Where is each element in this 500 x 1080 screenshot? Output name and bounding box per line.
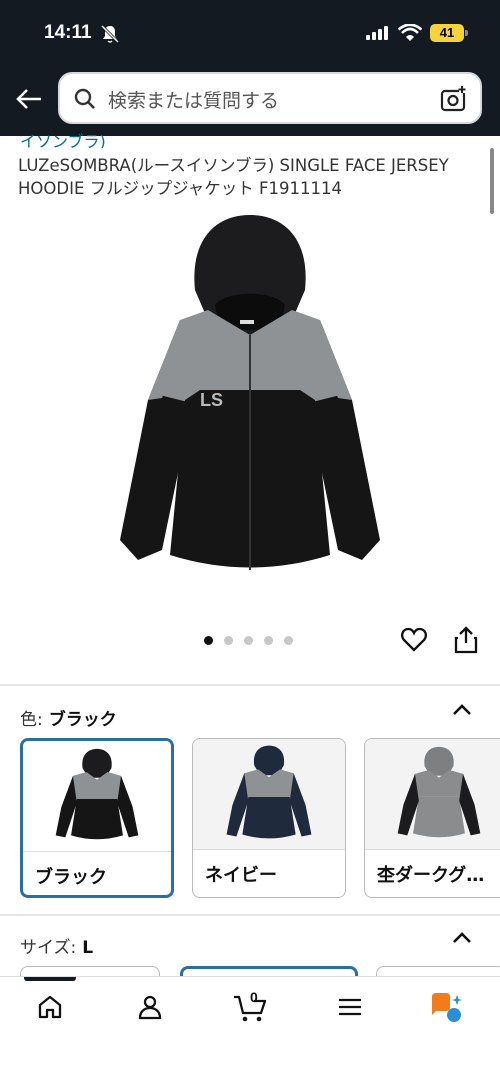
search-icon bbox=[74, 88, 95, 109]
color-option-label: ブラック bbox=[35, 867, 107, 888]
signal-icon bbox=[366, 26, 388, 40]
swatch-image bbox=[365, 739, 500, 849]
brand-link[interactable]: イソンブラ) bbox=[20, 128, 220, 148]
battery-tip bbox=[465, 30, 468, 36]
divider bbox=[0, 914, 500, 916]
swatch-image bbox=[23, 741, 171, 851]
product-image[interactable]: LS bbox=[100, 210, 400, 590]
selected-size: L bbox=[82, 938, 94, 958]
pagination-dot[interactable] bbox=[244, 636, 253, 645]
product-title: LUZeSOMBRA(ルースイソンブラ) SINGLE FACE JERSEY … bbox=[18, 156, 449, 198]
color-option-navy[interactable]: ネイビー bbox=[192, 738, 346, 898]
color-option-dark-grey[interactable]: 杢ダークグ… bbox=[364, 738, 500, 898]
pagination-dot[interactable] bbox=[284, 636, 293, 645]
chevron-up-icon[interactable] bbox=[452, 930, 472, 946]
heart-icon[interactable] bbox=[400, 626, 428, 654]
svg-text:LS: LS bbox=[200, 390, 223, 410]
home-icon[interactable] bbox=[36, 993, 64, 1021]
ai-assistant-icon[interactable] bbox=[430, 993, 466, 1025]
active-tab-indicator bbox=[24, 977, 76, 981]
swatch-image bbox=[193, 739, 345, 849]
search-input[interactable]: 検索または質問する bbox=[58, 72, 482, 124]
camera-icon[interactable] bbox=[440, 85, 468, 113]
status-bar: 14:11 41 bbox=[0, 0, 500, 62]
bell-off-icon bbox=[100, 24, 120, 44]
cart-count: 0 bbox=[250, 989, 258, 1005]
wifi-icon bbox=[398, 24, 422, 41]
menu-icon[interactable] bbox=[336, 993, 364, 1021]
account-icon[interactable] bbox=[136, 993, 164, 1021]
divider bbox=[0, 684, 500, 686]
pagination-dot[interactable] bbox=[264, 636, 273, 645]
color-option-label: ネイビー bbox=[205, 865, 277, 886]
image-pagination[interactable] bbox=[204, 636, 293, 645]
battery-indicator: 41 bbox=[430, 24, 464, 42]
status-time: 14:11 bbox=[44, 22, 92, 43]
pagination-dot[interactable] bbox=[204, 636, 213, 645]
back-arrow-icon[interactable] bbox=[14, 84, 44, 114]
search-placeholder: 検索または質問する bbox=[108, 90, 280, 112]
color-option-label: 杢ダークグ… bbox=[377, 865, 485, 886]
swatch-divider bbox=[23, 851, 171, 852]
search-header: 検索または質問する bbox=[0, 62, 500, 136]
bottom-navigation: 0 bbox=[0, 976, 500, 1080]
color-option-black[interactable]: ブラック bbox=[20, 738, 174, 898]
chevron-up-icon[interactable] bbox=[452, 702, 472, 718]
color-label: 色: ブラック bbox=[20, 710, 117, 730]
size-label: サイズ: L bbox=[20, 938, 94, 958]
pagination-dot[interactable] bbox=[224, 636, 233, 645]
swatch-divider bbox=[365, 849, 500, 850]
selected-color: ブラック bbox=[48, 710, 117, 730]
share-icon[interactable] bbox=[454, 626, 478, 654]
scrollbar[interactable] bbox=[490, 148, 494, 214]
swatch-divider bbox=[193, 849, 345, 850]
